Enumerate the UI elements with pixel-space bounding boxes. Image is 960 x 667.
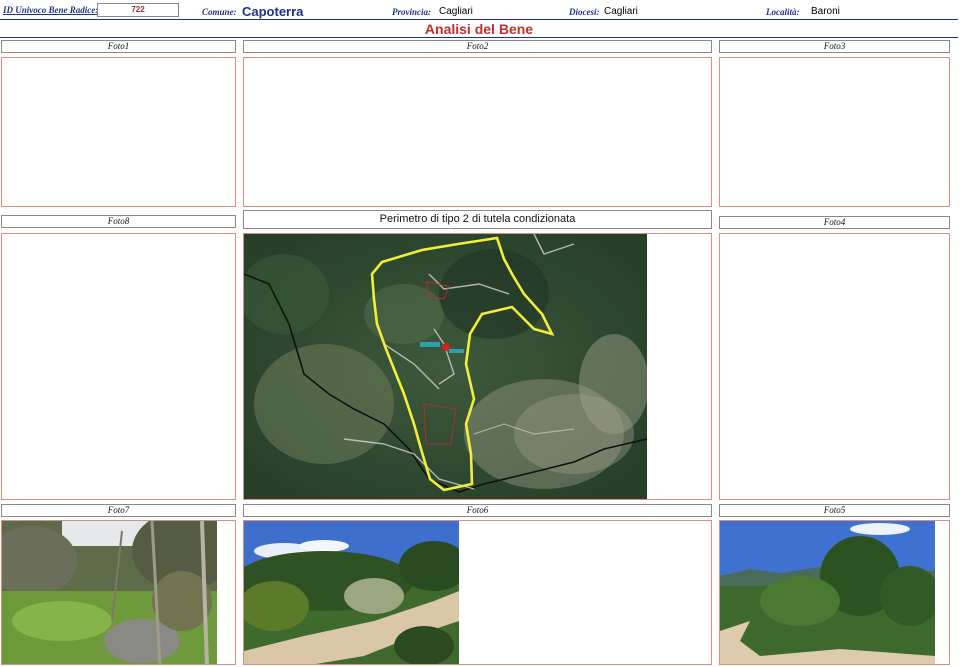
localita-label: Località: xyxy=(766,7,800,17)
id-label: ID Univoco Bene Radice: xyxy=(3,5,99,15)
caption-foto4: Foto4 xyxy=(719,216,950,229)
diocesi-label: Diocesi: xyxy=(569,7,600,17)
page-title: Analisi del Bene xyxy=(424,21,534,37)
provincia-label: Provincia: xyxy=(392,7,431,17)
map-box xyxy=(243,233,712,500)
id-value-field: 722 xyxy=(97,3,179,17)
photo-box-foto4 xyxy=(719,233,950,500)
header-divider-bottom xyxy=(0,37,958,38)
photo-box-foto6 xyxy=(243,520,712,665)
photo-box-foto3 xyxy=(719,57,950,207)
caption-foto5: Foto5 xyxy=(719,504,950,517)
photo-box-foto5 xyxy=(719,520,950,665)
caption-foto8: Foto8 xyxy=(1,215,236,228)
caption-foto6: Foto6 xyxy=(243,504,712,517)
comune-label: Comune: xyxy=(202,7,237,17)
diocesi-value: Cagliari xyxy=(604,6,638,17)
caption-foto1: Foto1 xyxy=(1,40,236,53)
photo-box-foto2 xyxy=(243,57,712,207)
caption-foto7: Foto7 xyxy=(1,504,236,517)
forest-photo-foto7 xyxy=(2,521,217,664)
photo-box-foto8 xyxy=(1,233,236,500)
photo-box-foto1 xyxy=(1,57,236,207)
landscape-photo-foto5 xyxy=(720,521,935,664)
photo-box-foto7 xyxy=(1,520,236,665)
comune-value: Capoterra xyxy=(242,4,304,19)
header-divider-top xyxy=(0,19,958,20)
aerial-map-image xyxy=(244,234,647,499)
caption-foto3: Foto3 xyxy=(719,40,950,53)
provincia-value: Cagliari xyxy=(439,6,473,17)
landscape-photo-foto6 xyxy=(244,521,459,664)
localita-value: Baroni xyxy=(811,6,840,17)
map-caption: Perimetro di tipo 2 di tutela condiziona… xyxy=(243,210,712,229)
caption-foto2: Foto2 xyxy=(243,40,712,53)
